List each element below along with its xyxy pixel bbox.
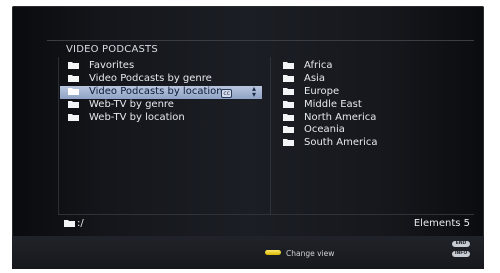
folder-icon: [68, 74, 79, 82]
folder-icon: [283, 113, 294, 121]
change-view-hint[interactable]: Change view: [265, 249, 334, 258]
list-item-label: Oceania: [304, 124, 345, 136]
folder-icon: [283, 74, 294, 82]
folder-icon: [68, 100, 79, 108]
folder-icon: [68, 113, 79, 121]
up-down-arrows-icon[interactable]: ▴ ▾: [252, 84, 256, 98]
list-item-north-america[interactable]: North America: [283, 112, 471, 125]
list-item-label: Favorites: [89, 60, 135, 71]
list-item-africa[interactable]: Africa: [283, 60, 471, 73]
folder-icon: [64, 219, 75, 227]
list-item-label: Europe: [304, 85, 340, 97]
list-item-video-podcasts-by-genre[interactable]: Video Podcasts by genre: [68, 73, 268, 86]
list-item-label: Video Podcasts by genre: [89, 72, 212, 84]
list-item-middle-east[interactable]: Middle East: [283, 99, 471, 112]
change-view-label: Change view: [286, 249, 335, 258]
folder-icon: [68, 61, 79, 69]
list-item-label: Africa: [304, 60, 333, 71]
list-item-asia[interactable]: Asia: [283, 73, 471, 86]
folder-icon: [283, 87, 294, 95]
list-item-europe[interactable]: Europe: [283, 86, 471, 99]
current-path: :/: [64, 218, 84, 229]
info-button[interactable]: INFO: [452, 251, 470, 257]
list-item-label: Asia: [304, 72, 325, 84]
cc-badge: cc: [221, 88, 232, 98]
location-list: Africa Asia Europe Middle East North Ame…: [283, 60, 471, 150]
list-item-favorites[interactable]: Favorites: [68, 60, 268, 73]
footer-divider: [58, 214, 474, 215]
list-item-web-tv-by-genre[interactable]: Web-TV by genre: [68, 99, 268, 112]
folder-icon: [283, 61, 294, 69]
folder-icon: [283, 100, 294, 108]
list-item-web-tv-by-location[interactable]: Web-TV by location: [68, 112, 268, 125]
category-list: Favorites Video Podcasts by genre Video …: [60, 60, 268, 125]
elements-count: Elements 5: [413, 218, 470, 229]
folder-icon: [283, 138, 294, 147]
path-text: :/: [77, 218, 84, 229]
list-item-label: North America: [304, 111, 377, 123]
list-item-video-podcasts-by-location[interactable]: Video Podcasts by location cc ▴ ▾: [60, 84, 262, 99]
column-divider: [270, 57, 271, 215]
bottom-bar: [12, 236, 484, 269]
page-title: VIDEO PODCASTS: [66, 44, 158, 55]
end-button[interactable]: END: [452, 241, 470, 247]
yellow-button-icon: [265, 250, 281, 255]
folder-icon: [283, 125, 294, 134]
list-item-label: Web-TV by location: [89, 111, 185, 123]
list-item-oceania[interactable]: Oceania: [283, 124, 471, 137]
list-item-label: South America: [304, 137, 378, 149]
list-item-label: Middle East: [304, 98, 362, 110]
list-item-label: Video Podcasts by location: [89, 85, 223, 97]
folder-icon: [68, 87, 79, 95]
column-divider-left: [58, 57, 59, 215]
list-item-label: Web-TV by genre: [89, 98, 174, 110]
list-item-south-america[interactable]: South America: [283, 137, 471, 150]
